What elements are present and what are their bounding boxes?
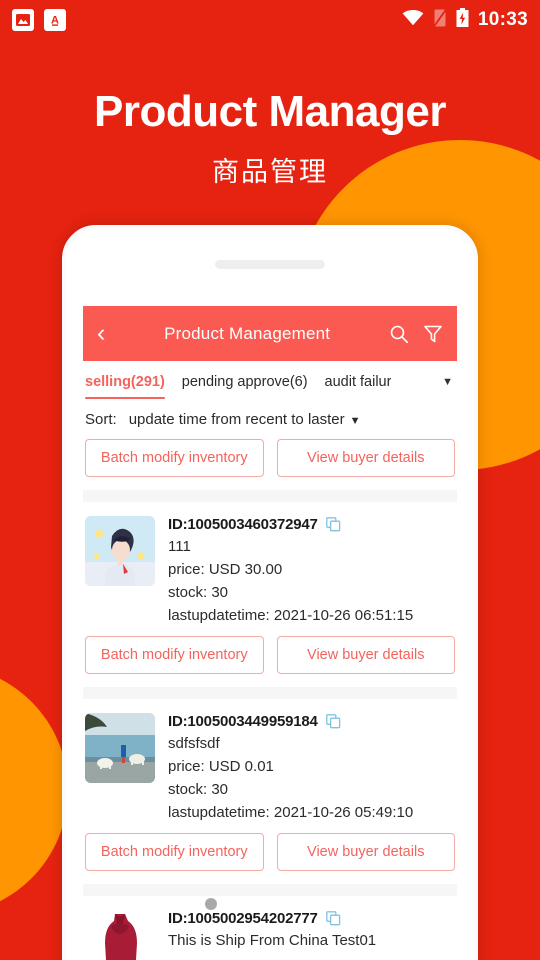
- view-buyer-details-button[interactable]: View buyer details: [276, 636, 455, 674]
- list-item[interactable]: ID:1005003449959184 sdfsfsdf price: USD …: [83, 699, 457, 833]
- phone-speaker: [215, 260, 325, 269]
- app-title: Product Management: [164, 323, 331, 343]
- product-updated: lastupdatetime: 2021-10-26 06:51:15: [168, 607, 414, 624]
- product-price: price: USD 30.00: [168, 561, 283, 578]
- product-updated: lastupdatetime: 2021-10-26 05:49:10: [168, 804, 414, 821]
- search-icon[interactable]: [389, 324, 409, 344]
- product-info: ID:1005003449959184 sdfsfsdf price: USD …: [168, 713, 455, 821]
- android-status-bar: A 10:33: [0, 0, 540, 40]
- sort-label: Sort:: [85, 411, 117, 428]
- list-divider: [83, 884, 457, 896]
- status-tabs: selling(291) pending approve(6) audit fa…: [83, 361, 457, 399]
- chevron-left-icon[interactable]: ‹: [97, 321, 105, 346]
- status-clock: 10:33: [477, 9, 528, 30]
- product-info: ID:1005002954202777 This is Ship From Ch…: [168, 910, 455, 960]
- image-icon: [12, 9, 34, 31]
- tab-selling[interactable]: selling(291): [85, 374, 165, 399]
- chevron-down-icon[interactable]: ▼: [442, 374, 455, 388]
- signal-off-icon: [433, 8, 447, 32]
- batch-modify-inventory-button[interactable]: Batch modify inventory: [85, 439, 264, 477]
- status-indicators: 10:33: [402, 8, 528, 32]
- phone-mockup: ‹ Product Management selling(291) pendin…: [62, 225, 478, 960]
- copy-icon[interactable]: [325, 714, 341, 729]
- product-thumbnail[interactable]: [85, 910, 155, 960]
- tab-pending-approve[interactable]: pending approve(6): [182, 374, 308, 399]
- product-id: ID:1005002954202777: [168, 910, 318, 927]
- product-name: This is Ship From China Test01: [168, 932, 377, 949]
- sort-value[interactable]: update time from recent to laster ▼: [129, 411, 361, 428]
- decorative-orange-circle-left: [0, 665, 68, 915]
- product-name: 111: [168, 538, 191, 555]
- product-thumbnail[interactable]: [85, 516, 155, 586]
- product-actions-row: Batch modify inventory View buyer detail…: [83, 439, 457, 490]
- product-price: price: USD 0.01: [168, 758, 274, 775]
- product-thumbnail[interactable]: [85, 713, 155, 783]
- view-buyer-details-button[interactable]: View buyer details: [276, 439, 455, 477]
- touch-pointer-indicator: [205, 898, 217, 910]
- copy-icon[interactable]: [325, 911, 341, 926]
- list-divider: [83, 687, 457, 699]
- tab-audit-failure[interactable]: audit failur: [325, 374, 392, 399]
- sort-row: Sort: update time from recent to laster ▼: [83, 399, 457, 439]
- chevron-down-icon: ▼: [349, 415, 361, 427]
- copy-icon[interactable]: [325, 517, 341, 532]
- screen-root: A 10:33 Product Manager 商品管理 ‹ Product M…: [0, 0, 540, 960]
- product-actions-row: Batch modify inventory View buyer detail…: [83, 833, 457, 884]
- page-subtitle: 商品管理: [212, 157, 328, 188]
- phone-screen: ‹ Product Management selling(291) pendin…: [83, 306, 457, 960]
- batch-modify-inventory-button[interactable]: Batch modify inventory: [85, 833, 264, 871]
- filter-icon[interactable]: [423, 324, 443, 344]
- product-stock: stock: 30: [168, 781, 229, 798]
- product-info: ID:1005003460372947 111 price: USD 30.00…: [168, 516, 455, 624]
- product-stock: stock: 30: [168, 584, 229, 601]
- app-a-icon: A: [44, 9, 66, 31]
- status-notifications: A: [12, 9, 66, 31]
- list-item[interactable]: ID:1005003460372947 111 price: USD 30.00…: [83, 502, 457, 636]
- batch-modify-inventory-button[interactable]: Batch modify inventory: [85, 636, 264, 674]
- battery-charging-icon: [456, 8, 469, 32]
- product-list: Batch modify inventory View buyer detail…: [83, 439, 457, 960]
- product-id: ID:1005003460372947: [168, 516, 318, 533]
- app-header-bar: ‹ Product Management: [83, 306, 457, 361]
- view-buyer-details-button[interactable]: View buyer details: [276, 833, 455, 871]
- product-name: sdfsfsdf: [168, 735, 220, 752]
- product-id: ID:1005003449959184: [168, 713, 318, 730]
- list-divider: [83, 490, 457, 502]
- wifi-icon: [402, 9, 424, 31]
- page-title: Product Manager: [94, 87, 446, 136]
- product-actions-row: Batch modify inventory View buyer detail…: [83, 636, 457, 687]
- list-item[interactable]: ID:1005002954202777 This is Ship From Ch…: [83, 896, 457, 960]
